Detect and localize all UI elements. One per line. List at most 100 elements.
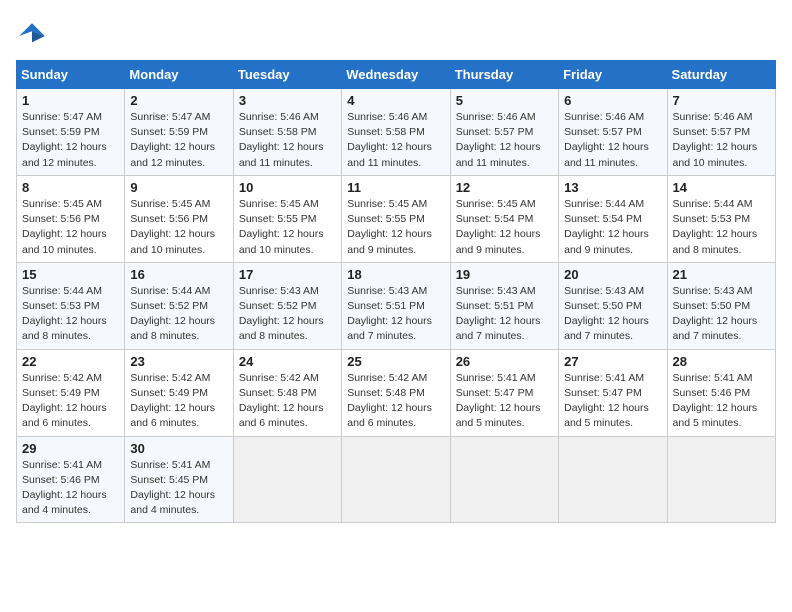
calendar-cell: 29Sunrise: 5:41 AM Sunset: 5:46 PM Dayli… <box>17 436 125 523</box>
calendar-cell: 23 Sunrise: 5:42 AM Sunset: 5:49 PM Dayli… <box>125 349 233 436</box>
calendar-cell <box>342 436 450 523</box>
calendar-cell: 3 Sunrise: 5:46 AM Sunset: 5:58 PM Daylig… <box>233 89 341 176</box>
day-number: 9 <box>130 180 227 195</box>
calendar-cell: 26 Sunrise: 5:41 AM Sunset: 5:47 PM Dayli… <box>450 349 558 436</box>
day-number: 24 <box>239 354 336 369</box>
calendar-cell: 8 Sunrise: 5:45 AM Sunset: 5:56 PM Daylig… <box>17 175 125 262</box>
day-info: Sunrise: 5:43 AM Sunset: 5:51 PM Dayligh… <box>347 284 444 345</box>
day-info: Sunrise: 5:44 AM Sunset: 5:53 PM Dayligh… <box>673 197 770 258</box>
calendar-cell: 13 Sunrise: 5:44 AM Sunset: 5:54 PM Dayli… <box>559 175 667 262</box>
day-info: Sunrise: 5:41 AM Sunset: 5:46 PM Dayligh… <box>22 458 119 519</box>
calendar-cell: 21 Sunrise: 5:43 AM Sunset: 5:50 PM Dayli… <box>667 262 775 349</box>
day-info: Sunrise: 5:43 AM Sunset: 5:52 PM Dayligh… <box>239 284 336 345</box>
logo <box>16 20 52 52</box>
day-number: 3 <box>239 93 336 108</box>
day-info: Sunrise: 5:46 AM Sunset: 5:58 PM Dayligh… <box>239 110 336 171</box>
calendar-week-4: 22 Sunrise: 5:42 AM Sunset: 5:49 PM Dayli… <box>17 349 776 436</box>
day-info: Sunrise: 5:45 AM Sunset: 5:56 PM Dayligh… <box>22 197 119 258</box>
calendar-week-1: 1 Sunrise: 5:47 AM Sunset: 5:59 PM Daylig… <box>17 89 776 176</box>
day-info: Sunrise: 5:46 AM Sunset: 5:57 PM Dayligh… <box>564 110 661 171</box>
day-number: 2 <box>130 93 227 108</box>
day-number: 19 <box>456 267 553 282</box>
calendar-week-5: 29Sunrise: 5:41 AM Sunset: 5:46 PM Dayli… <box>17 436 776 523</box>
calendar-cell: 4 Sunrise: 5:46 AM Sunset: 5:58 PM Daylig… <box>342 89 450 176</box>
day-info: Sunrise: 5:46 AM Sunset: 5:57 PM Dayligh… <box>456 110 553 171</box>
logo-icon <box>16 20 48 52</box>
day-info: Sunrise: 5:42 AM Sunset: 5:48 PM Dayligh… <box>347 371 444 432</box>
calendar-cell: 1 Sunrise: 5:47 AM Sunset: 5:59 PM Daylig… <box>17 89 125 176</box>
day-number: 21 <box>673 267 770 282</box>
calendar-cell: 7 Sunrise: 5:46 AM Sunset: 5:57 PM Daylig… <box>667 89 775 176</box>
day-info: Sunrise: 5:41 AM Sunset: 5:47 PM Dayligh… <box>456 371 553 432</box>
calendar-cell: 25 Sunrise: 5:42 AM Sunset: 5:48 PM Dayli… <box>342 349 450 436</box>
day-info: Sunrise: 5:43 AM Sunset: 5:50 PM Dayligh… <box>673 284 770 345</box>
header <box>16 16 776 52</box>
weekday-header-thursday: Thursday <box>450 61 558 89</box>
day-number: 28 <box>673 354 770 369</box>
day-info: Sunrise: 5:41 AM Sunset: 5:46 PM Dayligh… <box>673 371 770 432</box>
day-info: Sunrise: 5:42 AM Sunset: 5:49 PM Dayligh… <box>22 371 119 432</box>
calendar-cell: 9 Sunrise: 5:45 AM Sunset: 5:56 PM Daylig… <box>125 175 233 262</box>
calendar-cell: 11 Sunrise: 5:45 AM Sunset: 5:55 PM Dayli… <box>342 175 450 262</box>
weekday-header-monday: Monday <box>125 61 233 89</box>
day-number: 22 <box>22 354 119 369</box>
day-info: Sunrise: 5:47 AM Sunset: 5:59 PM Dayligh… <box>22 110 119 171</box>
calendar-header: SundayMondayTuesdayWednesdayThursdayFrid… <box>17 61 776 89</box>
calendar-cell: 12Sunrise: 5:45 AM Sunset: 5:54 PM Dayli… <box>450 175 558 262</box>
calendar-cell: 20 Sunrise: 5:43 AM Sunset: 5:50 PM Dayli… <box>559 262 667 349</box>
calendar-cell: 17 Sunrise: 5:43 AM Sunset: 5:52 PM Dayli… <box>233 262 341 349</box>
calendar-cell: 16Sunrise: 5:44 AM Sunset: 5:52 PM Dayli… <box>125 262 233 349</box>
day-number: 16 <box>130 267 227 282</box>
day-number: 23 <box>130 354 227 369</box>
day-info: Sunrise: 5:45 AM Sunset: 5:55 PM Dayligh… <box>239 197 336 258</box>
day-number: 13 <box>564 180 661 195</box>
calendar-cell: 30 Sunrise: 5:41 AM Sunset: 5:45 PM Dayli… <box>125 436 233 523</box>
calendar-cell: 18 Sunrise: 5:43 AM Sunset: 5:51 PM Dayli… <box>342 262 450 349</box>
calendar-cell: 15Sunrise: 5:44 AM Sunset: 5:53 PM Dayli… <box>17 262 125 349</box>
calendar-cell: 2 Sunrise: 5:47 AM Sunset: 5:59 PM Daylig… <box>125 89 233 176</box>
day-number: 11 <box>347 180 444 195</box>
day-info: Sunrise: 5:42 AM Sunset: 5:49 PM Dayligh… <box>130 371 227 432</box>
day-info: Sunrise: 5:44 AM Sunset: 5:54 PM Dayligh… <box>564 197 661 258</box>
day-number: 26 <box>456 354 553 369</box>
day-number: 25 <box>347 354 444 369</box>
calendar-cell: 19 Sunrise: 5:43 AM Sunset: 5:51 PM Dayli… <box>450 262 558 349</box>
calendar-cell: 5 Sunrise: 5:46 AM Sunset: 5:57 PM Daylig… <box>450 89 558 176</box>
day-info: Sunrise: 5:43 AM Sunset: 5:51 PM Dayligh… <box>456 284 553 345</box>
day-number: 12 <box>456 180 553 195</box>
day-number: 15 <box>22 267 119 282</box>
day-number: 5 <box>456 93 553 108</box>
day-number: 17 <box>239 267 336 282</box>
day-number: 4 <box>347 93 444 108</box>
day-info: Sunrise: 5:41 AM Sunset: 5:47 PM Dayligh… <box>564 371 661 432</box>
calendar-cell <box>233 436 341 523</box>
day-info: Sunrise: 5:42 AM Sunset: 5:48 PM Dayligh… <box>239 371 336 432</box>
day-number: 14 <box>673 180 770 195</box>
day-number: 1 <box>22 93 119 108</box>
day-number: 27 <box>564 354 661 369</box>
day-info: Sunrise: 5:43 AM Sunset: 5:50 PM Dayligh… <box>564 284 661 345</box>
calendar-cell: 24 Sunrise: 5:42 AM Sunset: 5:48 PM Dayli… <box>233 349 341 436</box>
calendar-cell: 27 Sunrise: 5:41 AM Sunset: 5:47 PM Dayli… <box>559 349 667 436</box>
calendar-cell <box>667 436 775 523</box>
calendar-cell: 10 Sunrise: 5:45 AM Sunset: 5:55 PM Dayli… <box>233 175 341 262</box>
calendar-week-2: 8 Sunrise: 5:45 AM Sunset: 5:56 PM Daylig… <box>17 175 776 262</box>
calendar-cell: 6Sunrise: 5:46 AM Sunset: 5:57 PM Daylig… <box>559 89 667 176</box>
day-number: 10 <box>239 180 336 195</box>
day-info: Sunrise: 5:46 AM Sunset: 5:57 PM Dayligh… <box>673 110 770 171</box>
day-info: Sunrise: 5:45 AM Sunset: 5:55 PM Dayligh… <box>347 197 444 258</box>
day-number: 8 <box>22 180 119 195</box>
day-number: 30 <box>130 441 227 456</box>
day-info: Sunrise: 5:46 AM Sunset: 5:58 PM Dayligh… <box>347 110 444 171</box>
calendar-cell: 14 Sunrise: 5:44 AM Sunset: 5:53 PM Dayli… <box>667 175 775 262</box>
weekday-header-friday: Friday <box>559 61 667 89</box>
day-number: 7 <box>673 93 770 108</box>
day-info: Sunrise: 5:45 AM Sunset: 5:56 PM Dayligh… <box>130 197 227 258</box>
day-info: Sunrise: 5:47 AM Sunset: 5:59 PM Dayligh… <box>130 110 227 171</box>
day-number: 18 <box>347 267 444 282</box>
day-number: 20 <box>564 267 661 282</box>
weekday-header-saturday: Saturday <box>667 61 775 89</box>
calendar-table: SundayMondayTuesdayWednesdayThursdayFrid… <box>16 60 776 523</box>
calendar-cell <box>450 436 558 523</box>
day-info: Sunrise: 5:41 AM Sunset: 5:45 PM Dayligh… <box>130 458 227 519</box>
